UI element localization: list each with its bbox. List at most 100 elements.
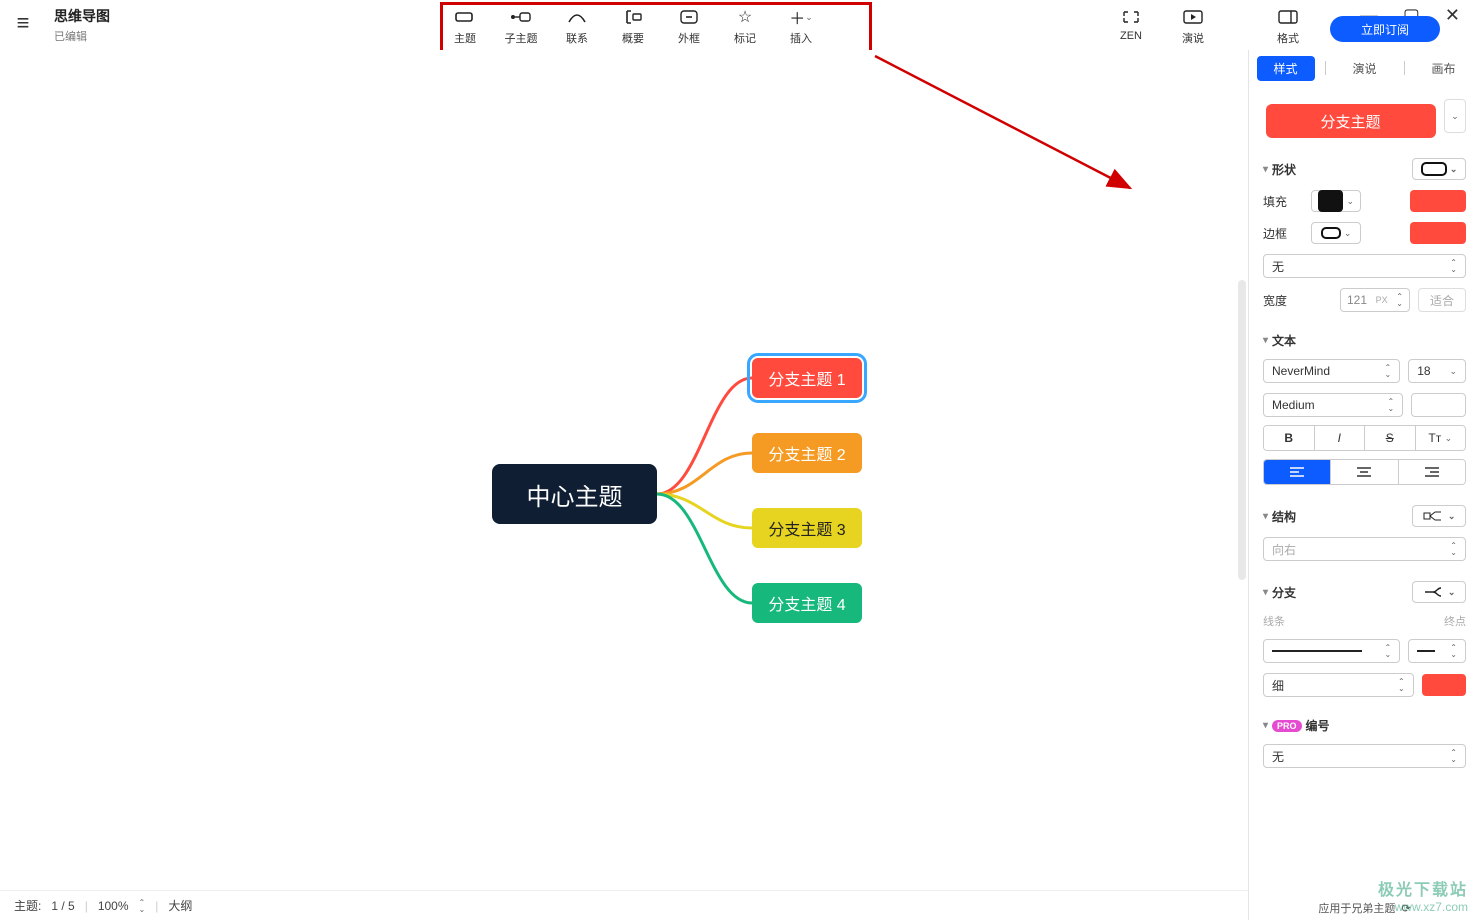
section-shape-title: 形状 bbox=[1272, 161, 1296, 178]
line-end-select[interactable]: ⌃⌄ bbox=[1408, 639, 1466, 663]
fill-pattern-picker[interactable]: ⌄ bbox=[1311, 190, 1361, 212]
chevron-down-icon: ▾ bbox=[1263, 335, 1268, 346]
font-weight: Medium bbox=[1272, 398, 1315, 412]
topic-type-button[interactable]: 分支主题 bbox=[1266, 104, 1436, 138]
branch-node-1[interactable]: 分支主题 1 bbox=[752, 358, 862, 398]
relation-button[interactable]: 联系 bbox=[560, 8, 594, 46]
structure-dir-row: 向右⌃⌄ bbox=[1263, 537, 1466, 561]
marker-button[interactable]: ☆ 标记 bbox=[728, 8, 762, 46]
branch-thick-row: 细⌃⌄ bbox=[1263, 673, 1466, 697]
end-preview-icon bbox=[1417, 648, 1435, 654]
font-weight-select[interactable]: Medium⌃⌄ bbox=[1263, 393, 1403, 417]
width-label: 宽度 bbox=[1263, 292, 1303, 309]
doc-status: 已编辑 bbox=[54, 28, 110, 44]
topic-icon bbox=[455, 8, 475, 26]
fill-row: 填充 ⌄ bbox=[1263, 190, 1466, 212]
tab-canvas[interactable]: 画布 bbox=[1415, 56, 1473, 81]
fit-button[interactable]: 适合 bbox=[1418, 288, 1466, 312]
number-style-select[interactable]: 无⌃⌄ bbox=[1263, 744, 1466, 768]
insert-button[interactable]: ＋⌄ 插入 bbox=[784, 8, 818, 46]
plus-icon: ＋⌄ bbox=[789, 8, 813, 26]
line-thickness-select[interactable]: 细⌃⌄ bbox=[1263, 673, 1414, 697]
boundary-button[interactable]: 外框 bbox=[672, 8, 706, 46]
case-button[interactable]: Tᴛ ⌄ bbox=[1416, 426, 1466, 450]
line-color-picker[interactable] bbox=[1422, 674, 1466, 696]
zen-button[interactable]: ZEN bbox=[1114, 8, 1148, 46]
topic-label: 主题 bbox=[454, 30, 476, 46]
format-button[interactable]: 格式 bbox=[1271, 8, 1305, 46]
pitch-button[interactable]: 演说 bbox=[1176, 8, 1210, 46]
topic-type-dropdown[interactable]: ⌄ bbox=[1444, 99, 1466, 133]
subtopic-button[interactable]: 子主题 bbox=[504, 8, 538, 46]
zoom-stepper[interactable]: ⌃⌄ bbox=[139, 899, 146, 913]
pitch-label: 演说 bbox=[1182, 30, 1204, 46]
view-mode-tools: ZEN 演说 bbox=[1114, 8, 1210, 46]
shape-picker[interactable]: ⌄ bbox=[1412, 158, 1466, 180]
zen-label: ZEN bbox=[1120, 30, 1142, 42]
branch-node-4[interactable]: 分支主题 4 bbox=[752, 583, 862, 623]
font-size-select[interactable]: 18⌄ bbox=[1408, 359, 1466, 383]
line-style-select[interactable]: ⌃⌄ bbox=[1263, 639, 1400, 663]
topic-button[interactable]: 主题 bbox=[448, 8, 482, 46]
fill-color-picker[interactable] bbox=[1410, 190, 1466, 212]
mindmap-canvas[interactable]: 中心主题 分支主题 1 分支主题 2 分支主题 3 分支主题 4 bbox=[0, 50, 1248, 890]
section-text[interactable]: ▾ 文本 bbox=[1263, 332, 1466, 349]
sep: | bbox=[85, 899, 88, 913]
structure-direction-select[interactable]: 向右⌃⌄ bbox=[1263, 537, 1466, 561]
border-color-picker[interactable] bbox=[1410, 222, 1466, 244]
width-unit: PX bbox=[1376, 295, 1388, 305]
border-row: 边框 ⌄ bbox=[1263, 222, 1466, 244]
end-label: 终点 bbox=[1444, 613, 1466, 629]
star-icon: ☆ bbox=[738, 8, 752, 26]
strike-button[interactable]: S bbox=[1365, 426, 1416, 450]
tab-sep bbox=[1404, 61, 1405, 75]
scrollbar-vertical[interactable] bbox=[1238, 280, 1246, 580]
branch-node-2[interactable]: 分支主题 2 bbox=[752, 433, 862, 473]
border-label: 边框 bbox=[1263, 225, 1303, 242]
italic-icon: I bbox=[1338, 431, 1341, 445]
italic-button[interactable]: I bbox=[1315, 426, 1366, 450]
bold-button[interactable]: B bbox=[1264, 426, 1315, 450]
zoom-level[interactable]: 100% bbox=[98, 899, 129, 913]
tab-style[interactable]: 样式 bbox=[1257, 56, 1315, 81]
subtopic-label: 子主题 bbox=[505, 30, 538, 46]
section-shape[interactable]: ▾ 形状 ⌄ bbox=[1263, 158, 1466, 180]
fill-label: 填充 bbox=[1263, 193, 1303, 210]
apply-to-siblings[interactable]: 应用于兄弟主题 ⟳ bbox=[1249, 900, 1480, 916]
font-size: 18 bbox=[1417, 364, 1430, 378]
branch-style-icon bbox=[1423, 586, 1445, 598]
tab-pitch[interactable]: 演说 bbox=[1336, 56, 1394, 81]
tab-sep bbox=[1325, 61, 1326, 75]
align-left-button[interactable] bbox=[1264, 460, 1331, 484]
section-number[interactable]: ▾ PRO 编号 bbox=[1263, 717, 1466, 734]
font-family-select[interactable]: NeverMind⌃⌄ bbox=[1263, 359, 1400, 383]
topic-count-label: 主题: bbox=[14, 897, 41, 914]
central-topic-node[interactable]: 中心主题 bbox=[492, 464, 657, 524]
status-bar: 主题: 1 / 5 | 100% ⌃⌄ | 大纲 bbox=[0, 890, 1248, 920]
pro-badge: PRO bbox=[1272, 720, 1302, 732]
subscribe-button[interactable]: 立即订阅 bbox=[1330, 16, 1440, 42]
summary-button[interactable]: 概要 bbox=[616, 8, 650, 46]
fill-swatch-icon bbox=[1318, 190, 1343, 212]
subtopic-icon bbox=[510, 8, 532, 26]
border-style-picker[interactable]: ⌄ bbox=[1311, 222, 1361, 244]
width-value: 121 bbox=[1347, 293, 1367, 307]
align-row bbox=[1263, 459, 1466, 485]
width-input[interactable]: 121PX⌃⌄ bbox=[1340, 288, 1410, 312]
section-branch[interactable]: ▾ 分支 ⌄ bbox=[1263, 581, 1466, 603]
branch-style-picker[interactable]: ⌄ bbox=[1412, 581, 1466, 603]
outline-button[interactable]: 大纲 bbox=[168, 897, 192, 914]
doc-title-block: 思维导图 已编辑 bbox=[54, 6, 110, 44]
branch-node-3[interactable]: 分支主题 3 bbox=[752, 508, 862, 548]
structure-picker[interactable]: ⌄ bbox=[1412, 505, 1466, 527]
hamburger-menu-button[interactable]: ≡ bbox=[0, 0, 46, 46]
align-center-button[interactable] bbox=[1331, 460, 1398, 484]
font-color-picker[interactable] bbox=[1411, 393, 1466, 417]
font-style-row: B I S Tᴛ ⌄ bbox=[1263, 425, 1466, 451]
sep: | bbox=[155, 899, 158, 913]
chevron-down-icon: ▾ bbox=[1263, 164, 1268, 175]
section-structure[interactable]: ▾ 结构 ⌄ bbox=[1263, 505, 1466, 527]
relation-icon bbox=[567, 8, 587, 26]
align-right-button[interactable] bbox=[1399, 460, 1465, 484]
border-width-select[interactable]: 无⌃⌄ bbox=[1263, 254, 1466, 278]
